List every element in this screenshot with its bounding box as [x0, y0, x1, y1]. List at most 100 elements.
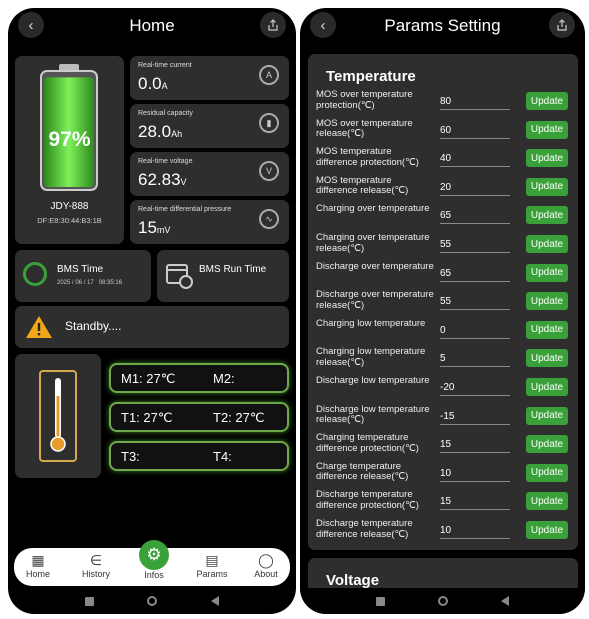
- metric-card-voltage: Real-time voltage 62.83V V: [130, 152, 289, 196]
- param-value-input[interactable]: 60: [440, 125, 510, 139]
- home-circle-icon[interactable]: [147, 596, 158, 606]
- nav-history[interactable]: ∈ History: [74, 551, 118, 579]
- back-triangle-icon[interactable]: [500, 596, 509, 606]
- nav-params[interactable]: ▤ Params: [190, 551, 234, 579]
- share-icon: [557, 19, 567, 31]
- update-button[interactable]: Update: [526, 349, 568, 368]
- nav-home[interactable]: ▦ Home: [16, 551, 60, 579]
- update-button[interactable]: Update: [526, 435, 568, 454]
- metric-value: 0.0A: [138, 74, 168, 93]
- bms-time-card[interactable]: BMS Time 2025 / 06 / 17 08:35:16: [15, 250, 151, 302]
- params-screen: ‹ Params Setting Temperature MOS over te…: [300, 8, 585, 614]
- param-label: Discharge temperature difference protect…: [316, 489, 419, 511]
- metric-value: 28.0Ah: [138, 122, 183, 141]
- param-row: Charging low temperature 0 Update: [316, 318, 572, 345]
- update-button[interactable]: Update: [526, 149, 568, 168]
- share-button[interactable]: [549, 12, 575, 38]
- param-label: Charge temperature difference release(℃): [316, 460, 409, 483]
- param-value-input[interactable]: 5: [440, 353, 510, 368]
- param-value-input[interactable]: 55: [440, 239, 510, 253]
- home-circle-icon[interactable]: [437, 596, 448, 606]
- bms-time-value: 2025 / 06 / 17 08:35:16: [57, 280, 123, 286]
- clock-icon: [23, 262, 47, 286]
- param-value-input[interactable]: 40: [440, 153, 510, 168]
- update-button[interactable]: Update: [526, 177, 568, 196]
- param-row: Charging low temperature release(℃) 5 Upda…: [316, 347, 572, 373]
- param-value-input[interactable]: -20: [440, 382, 510, 396]
- param-value-input[interactable]: 65: [440, 268, 510, 282]
- nav-label: About: [254, 569, 278, 579]
- status-card: Standby....: [15, 306, 289, 348]
- share-button[interactable]: [260, 12, 286, 38]
- param-row: Discharge over temperature release(℃) 55 U…: [316, 289, 572, 316]
- nav-about[interactable]: ◯ About: [244, 551, 288, 579]
- bms-run-time-label: BMS Run Time: [199, 264, 267, 275]
- metric-label: Residual capacity: [138, 110, 193, 117]
- back-triangle-icon[interactable]: [211, 596, 220, 606]
- update-button[interactable]: Update: [526, 292, 568, 311]
- page-title: Params Setting: [384, 16, 501, 35]
- param-value-input[interactable]: 15: [440, 496, 510, 511]
- update-button[interactable]: Update: [526, 492, 568, 511]
- update-button[interactable]: Update: [526, 92, 568, 110]
- metric-value: 62.83V: [138, 170, 187, 189]
- update-button[interactable]: Update: [526, 463, 568, 482]
- param-label: MOS temperature difference release(℃): [316, 174, 409, 197]
- update-button[interactable]: Update: [526, 378, 568, 396]
- param-row: Discharge temperature difference release…: [316, 518, 572, 545]
- nav-label: History: [81, 569, 110, 579]
- calendar-clock-icon: [166, 264, 193, 289]
- param-value-input[interactable]: 55: [440, 296, 510, 311]
- param-value-input[interactable]: 0: [440, 325, 510, 339]
- metric-value: 15mV: [138, 218, 171, 237]
- param-value-input[interactable]: -15: [440, 411, 510, 425]
- metric-label: Real-time differential pressure: [138, 206, 232, 213]
- bms-time-label: BMS Time: [57, 264, 104, 275]
- param-label: Charging over temperature release(℃): [316, 232, 430, 254]
- param-label: Discharge low temperature release(℃): [316, 403, 430, 426]
- bms-run-time-card[interactable]: BMS Run Time: [157, 250, 289, 302]
- home-screen: ‹ Home 97% JDY-888 DF:E8:30:44:B3:1B Rea…: [8, 8, 296, 614]
- param-row: MOS over temperature protection(℃) 80 Upda…: [316, 89, 572, 116]
- update-button[interactable]: Update: [526, 263, 568, 282]
- device-mac: DF:E8:30:44:B3:1B: [37, 216, 102, 225]
- page-title: Home: [129, 16, 175, 35]
- param-row: Discharge low temperature -20 Update: [316, 375, 572, 402]
- temp-t3: T3:: [121, 449, 140, 464]
- voltage-gauge-icon: V: [259, 161, 279, 181]
- temp-m1: M1: 27℃: [121, 371, 176, 386]
- param-value-input[interactable]: 10: [440, 525, 510, 539]
- update-button[interactable]: Update: [526, 235, 568, 253]
- param-value-input[interactable]: 80: [440, 96, 510, 110]
- user-icon: ◯: [258, 552, 274, 568]
- update-button[interactable]: Update: [526, 120, 568, 139]
- recent-apps-icon[interactable]: [84, 596, 94, 606]
- section-title-voltage: Voltage: [326, 572, 380, 589]
- system-nav-bar: [300, 588, 585, 614]
- update-button[interactable]: Update: [526, 406, 568, 425]
- recent-apps-icon[interactable]: [376, 596, 386, 606]
- update-button[interactable]: Update: [526, 320, 568, 339]
- temp-row-t12: T1: 27℃ T2: 27℃: [109, 402, 289, 432]
- update-button[interactable]: Update: [526, 521, 568, 539]
- status-text: Standby....: [65, 319, 122, 333]
- param-label: Charging low temperature release(℃): [316, 346, 426, 368]
- param-row: Discharge temperature difference protect…: [316, 490, 572, 516]
- home-topbar: ‹ Home: [8, 8, 296, 48]
- param-label: Discharge temperature difference release…: [316, 518, 413, 540]
- update-button[interactable]: Update: [526, 206, 568, 225]
- param-value-input[interactable]: 10: [440, 468, 510, 482]
- temp-row-m: M1: 27℃ M2:: [109, 363, 289, 393]
- param-value-input[interactable]: 65: [440, 210, 510, 225]
- metric-label: Real-time current: [138, 62, 192, 69]
- temperature-panel: Temperature MOS over temperature protect…: [308, 54, 578, 550]
- param-value-input[interactable]: 15: [440, 439, 510, 454]
- nav-label: Infos: [144, 570, 164, 580]
- nav-infos[interactable]: ⚙ Infos: [132, 540, 176, 580]
- param-label: Charging temperature difference protecti…: [316, 432, 419, 454]
- param-label: MOS temperature difference protection(℃): [316, 146, 419, 168]
- param-value-input[interactable]: 20: [440, 182, 510, 196]
- pulse-gauge-icon: ∿: [259, 209, 279, 229]
- temp-t4: T4:: [213, 449, 232, 464]
- metric-card-differential: Real-time differential pressure 15mV ∿: [130, 200, 289, 244]
